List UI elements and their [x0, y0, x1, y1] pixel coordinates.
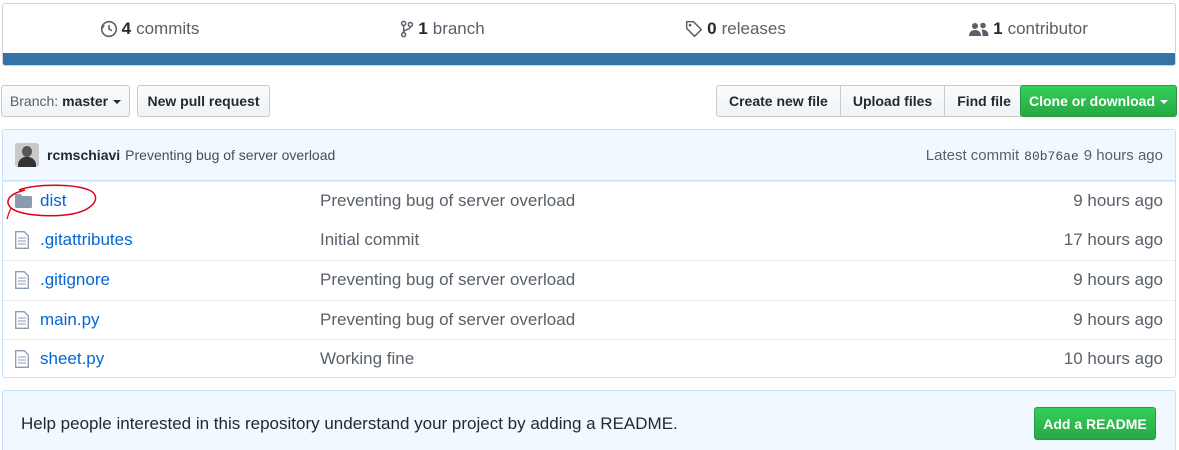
- latest-commit-bar: rcmschiavi Preventing bug of server over…: [3, 130, 1175, 181]
- create-new-file-button[interactable]: Create new file: [717, 86, 840, 116]
- contributors-link[interactable]: 1 contributor: [882, 4, 1175, 54]
- file-actions-group: Create new file Upload files Find file: [716, 85, 1024, 117]
- file-age: 9 hours ago: [1073, 191, 1163, 211]
- branch-label: branch: [432, 19, 485, 38]
- releases-label: releases: [721, 19, 786, 38]
- folder-icon: [15, 194, 33, 209]
- contributors-count: 1: [993, 19, 1003, 38]
- file-commit-message[interactable]: Preventing bug of server overload: [320, 270, 1073, 290]
- repo-summary: 4 commits 1 branch 0 releases 1 contribu…: [2, 3, 1176, 66]
- table-row: main.py Preventing bug of server overloa…: [3, 299, 1175, 340]
- file-commit-message[interactable]: Initial commit: [320, 230, 1064, 250]
- file-commit-message[interactable]: Preventing bug of server overload: [320, 310, 1073, 330]
- chevron-down-icon: [1160, 100, 1168, 104]
- commit-age: 9 hours ago: [1083, 146, 1163, 164]
- file-icon: [15, 231, 33, 250]
- readme-prompt-text: Help people interested in this repositor…: [21, 414, 678, 433]
- file-age: 17 hours ago: [1063, 230, 1163, 250]
- branch-select-button[interactable]: Branch: master: [1, 85, 130, 117]
- commits-count: 4: [121, 19, 132, 38]
- file-age: 10 hours ago: [1063, 349, 1163, 369]
- commits-link[interactable]: 4 commits: [3, 4, 296, 54]
- table-row: .gitattributes Initial commit 17 hours a…: [3, 221, 1175, 261]
- file-name[interactable]: main.py: [40, 310, 320, 330]
- commits-label: commits: [136, 19, 200, 38]
- clone-label: Clone or download: [1029, 93, 1155, 109]
- releases-count: 0: [707, 19, 717, 38]
- tag-icon: [686, 20, 703, 38]
- branch-name: master: [62, 93, 109, 109]
- branch-prefix: Branch:: [9, 93, 59, 109]
- history-icon: [100, 20, 117, 38]
- git-branch-icon: [401, 20, 414, 38]
- people-icon: [969, 22, 989, 36]
- file-icon: [15, 271, 33, 290]
- latest-commit-label: Latest commit: [925, 146, 1020, 164]
- releases-link[interactable]: 0 releases: [589, 4, 882, 54]
- file-name[interactable]: .gitattributes: [40, 230, 320, 250]
- add-readme-button[interactable]: Add a README: [1034, 407, 1156, 440]
- new-pull-request-button[interactable]: New pull request: [137, 85, 270, 117]
- table-row: .gitignore Preventing bug of server over…: [3, 260, 1175, 300]
- clone-or-download-button[interactable]: Clone or download: [1020, 85, 1177, 117]
- contributors-label: contributor: [1007, 19, 1088, 38]
- file-age: 9 hours ago: [1073, 270, 1163, 290]
- file-commit-message[interactable]: Preventing bug of server overload: [320, 191, 1073, 211]
- chevron-down-icon: [113, 100, 122, 104]
- language-bar[interactable]: [3, 53, 1175, 65]
- table-row: dist Preventing bug of server overload 9…: [3, 181, 1175, 221]
- file-commit-message[interactable]: Working fine: [320, 349, 1064, 369]
- table-row: sheet.py Working fine 10 hours ago: [3, 339, 1175, 377]
- file-name[interactable]: dist: [40, 191, 320, 211]
- file-list: rcmschiavi Preventing bug of server over…: [2, 129, 1176, 378]
- branches-link[interactable]: 1 branch: [296, 4, 589, 54]
- commit-message[interactable]: Preventing bug of server overload: [125, 147, 335, 163]
- find-file-button[interactable]: Find file: [944, 86, 1023, 116]
- file-icon: [15, 350, 33, 369]
- avatar[interactable]: [15, 143, 39, 167]
- file-icon: [15, 310, 33, 329]
- file-age: 9 hours ago: [1073, 309, 1163, 329]
- commit-sha[interactable]: 80b76ae: [1024, 149, 1079, 164]
- readme-prompt: Help people interested in this repositor…: [2, 390, 1176, 450]
- file-name[interactable]: sheet.py: [40, 349, 320, 369]
- upload-files-button[interactable]: Upload files: [839, 86, 945, 116]
- branch-count: 1: [418, 19, 428, 38]
- file-name[interactable]: .gitignore: [40, 270, 320, 290]
- commit-author[interactable]: rcmschiavi: [47, 147, 120, 163]
